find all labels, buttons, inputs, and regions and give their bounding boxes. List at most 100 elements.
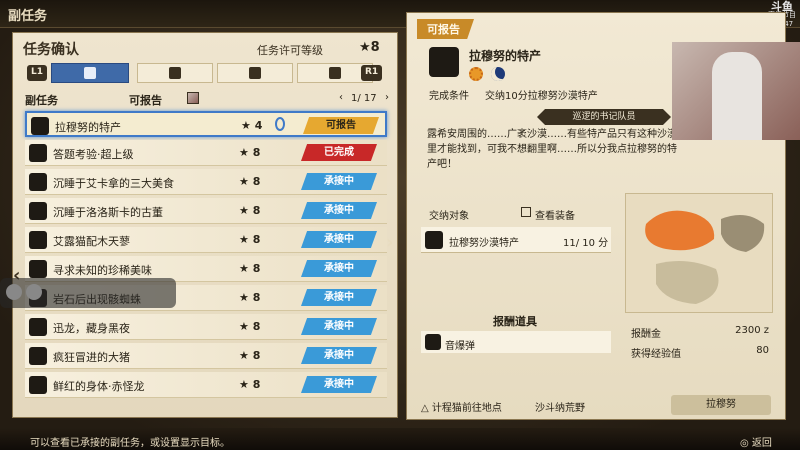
quest-stars: ★ 8 <box>239 349 261 362</box>
quest-row[interactable]: 沉睡于艾卡拿的三大美食 ★ 8 承接中 <box>25 169 387 195</box>
reward-item: 音爆弹 <box>445 341 475 352</box>
sub-tab-reportable[interactable]: 可报告 <box>129 92 162 108</box>
deliver-count: 11/ 10 分 <box>563 238 609 249</box>
quest-row[interactable]: 鲜红的身体·赤怪龙 ★ 8 承接中 <box>25 372 387 398</box>
quest-name: 疯狂冒进的大猪 <box>53 351 130 364</box>
quest-stars: ★ 4 <box>241 119 263 132</box>
list-icon <box>84 67 96 79</box>
quest-type-icon <box>29 144 47 162</box>
quest-description: 露希安周围的……广袤沙漠……有些特产品只有这种沙漠里才能找到，可我不想翻里啊……… <box>427 129 677 170</box>
quest-icon <box>429 47 459 77</box>
quest-type-icon <box>29 376 47 394</box>
paw-icon <box>329 67 341 79</box>
quest-status-badge: 可报告 <box>303 117 379 134</box>
quest-row[interactable]: 拉穆努的特产 ★ 4 可报告 <box>25 111 387 137</box>
quest-type-icon <box>29 347 47 365</box>
deliver-item: 拉穆努沙漠特产 <box>449 238 519 249</box>
travel-cat-prompt[interactable]: △ 计程猫前往地点 <box>421 399 502 414</box>
quest-stars: ★ 8 <box>239 204 261 217</box>
reward-title: 报酬道具 <box>493 315 537 328</box>
quest-name: 迅龙，藏身黑夜 <box>53 322 130 335</box>
item-icon <box>425 231 443 249</box>
quest-row[interactable]: 答题考验·超上级 ★ 8 已完成 <box>25 140 387 166</box>
tree-icon <box>249 67 261 79</box>
page-indicator: 1/ 17 <box>351 93 377 104</box>
quest-name: 寻求未知的珍稀美味 <box>53 264 152 277</box>
quest-status-badge: 承接中 <box>301 376 377 393</box>
deliver-row: 拉穆努沙漠特产 11/ 10 分 <box>421 227 611 253</box>
bottom-bar: 可以查看已承接的副任务，或设置显示目标。 ◎ 返回 <box>0 428 800 450</box>
quest-stars: ★ 8 <box>239 146 261 159</box>
equip-label[interactable]: 查看装备 <box>535 207 575 222</box>
panel-title: 任务确认 <box>23 42 79 58</box>
l1-button[interactable]: L1 <box>27 65 47 81</box>
quest-type-icon <box>29 260 47 278</box>
watermark-logo: 斗鱼 <box>771 0 793 13</box>
permission-label: 任务许可等级 <box>257 44 323 57</box>
tab-tree[interactable] <box>217 63 293 83</box>
quest-type-icon <box>29 231 47 249</box>
back-button[interactable]: ◎ 返回 <box>740 434 772 449</box>
r1-button[interactable]: R1 <box>361 65 383 81</box>
quest-name: 答题考验·超上级 <box>53 148 134 161</box>
sub-header: 副任务 可报告 ‹ 1/ 17 › <box>21 89 391 109</box>
money-value: 2300 z <box>735 325 769 336</box>
quest-stars: ★ 8 <box>239 378 261 391</box>
quest-row[interactable]: 迅龙，藏身黑夜 ★ 8 承接中 <box>25 314 387 340</box>
tab-quest[interactable] <box>137 63 213 83</box>
quest-status-badge: 承接中 <box>301 318 377 335</box>
tab-list[interactable] <box>51 63 129 83</box>
quest-status-badge: 承接中 <box>301 347 377 364</box>
quest-stars: ★ 8 <box>239 291 261 304</box>
page-prev-icon[interactable]: ‹ <box>339 92 343 103</box>
page-next-icon[interactable]: › <box>385 92 389 103</box>
quest-stars: ★ 8 <box>239 233 261 246</box>
reward-row: 音爆弹 <box>421 331 611 353</box>
area-map <box>625 193 773 313</box>
next-arrow-icon[interactable]: › <box>386 232 393 253</box>
sonic-bomb-icon <box>425 334 441 350</box>
filter-icon[interactable] <box>187 92 199 104</box>
quest-icon <box>169 67 181 79</box>
region-button[interactable]: 拉穆努 <box>671 395 771 415</box>
quest-list-panel: 任务确认 任务许可等级 ★8 L1 R1 副任务 可报告 ‹ 1/ 17 › 拉… <box>12 32 398 418</box>
quest-row[interactable]: 沉睡于洛洛斯卡的古董 ★ 8 承接中 <box>25 198 387 224</box>
quest-type-icon <box>29 318 47 336</box>
quest-stars: ★ 8 <box>239 175 261 188</box>
exp-value: 80 <box>756 345 769 356</box>
quest-type-icon <box>29 202 47 220</box>
map-svg <box>645 210 765 304</box>
quest-row[interactable]: 艾露猫配木天蓼 ★ 8 承接中 <box>25 227 387 253</box>
detail-footer: △ 计程猫前往地点 沙斗纳荒野 拉穆努 <box>407 393 787 419</box>
quest-stars: ★ 8 <box>239 320 261 333</box>
quest-stars: ★ 8 <box>239 262 261 275</box>
quest-status-badge: 承接中 <box>301 173 377 190</box>
streamer-figure <box>712 52 762 140</box>
overlay-avatar-icon <box>6 284 22 300</box>
area-name: 沙斗纳荒野 <box>535 403 585 414</box>
condition-label: 完成条件 <box>429 91 469 102</box>
category-tabs <box>21 63 391 83</box>
quest-status-badge: 承接中 <box>301 289 377 306</box>
reward-stats: 报酬金 2300 z 获得经验值 80 <box>625 321 773 361</box>
sun-icon <box>469 67 483 81</box>
quest-status-badge: 已完成 <box>301 144 377 161</box>
quest-type-icon <box>31 117 49 135</box>
overlay-avatar-icon <box>26 284 42 300</box>
page-title: 副任务 <box>8 9 48 24</box>
quest-list: 拉穆努的特产 ★ 4 可报告 答题考验·超上级 ★ 8 已完成 沉睡于艾卡拿的三大美食 ★ 8… <box>25 111 387 401</box>
equip-icon <box>521 207 531 217</box>
quest-row[interactable]: 疯狂冒进的大猪 ★ 8 承接中 <box>25 343 387 369</box>
status-badge: 可报告 <box>417 19 474 39</box>
stream-overlay <box>0 278 176 308</box>
sub-tab-sidequest[interactable]: 副任务 <box>25 92 58 108</box>
client-banner: 巡逻的书记队员 <box>537 109 671 125</box>
webcam-overlay <box>672 42 800 140</box>
condition-value: 交纳10分拉穆努沙漠特产 <box>485 91 598 102</box>
permission-stars: ★8 <box>359 40 380 55</box>
exp-label: 获得经验值 <box>631 349 681 360</box>
quest-name: 艾露猫配木天蓼 <box>53 235 130 248</box>
moon-icon <box>491 67 505 81</box>
pin-icon[interactable] <box>275 117 285 131</box>
quest-name: 鲜红的身体·赤怪龙 <box>53 380 145 393</box>
